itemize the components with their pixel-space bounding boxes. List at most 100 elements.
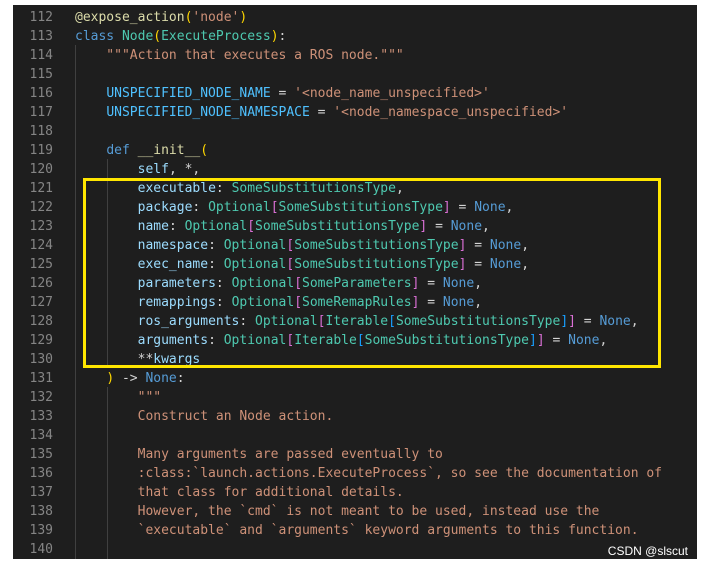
- code-token: """Action that executes a ROS node.""": [75, 48, 404, 63]
- code-line[interactable]: 138 However, the `cmd` is not meant to b…: [13, 502, 697, 521]
- code-token: UNSPECIFIED_NODE_NAME: [106, 86, 271, 101]
- code-token: self: [137, 162, 169, 177]
- code-line[interactable]: 115: [13, 65, 697, 84]
- code-token: ): [270, 29, 279, 44]
- code-token: ): [239, 10, 248, 25]
- code-token: :class:`launch.actions.ExecuteProcess`, …: [75, 466, 662, 481]
- code-text: UNSPECIFIED_NODE_NAME = '<node_name_unsp…: [75, 84, 490, 103]
- code-text: UNSPECIFIED_NODE_NAMESPACE = '<node_name…: [75, 103, 568, 122]
- line-number: 134: [29, 428, 53, 443]
- code-token: However, the `cmd` is not meant to be us…: [75, 504, 600, 519]
- code-text: Many arguments are passed eventually to: [75, 445, 443, 464]
- line-number: 124: [29, 238, 53, 253]
- line-number: 136: [29, 466, 53, 481]
- code-token: '<node_namespace_unspecified>': [333, 105, 569, 120]
- line-number: 132: [29, 390, 53, 405]
- code-text: :class:`launch.actions.ExecuteProcess`, …: [75, 464, 662, 483]
- line-number: 115: [29, 67, 53, 82]
- code-text: class Node(ExecuteProcess):: [75, 27, 286, 46]
- code-text: def __init__(: [75, 141, 208, 160]
- code-line[interactable]: 137 that class for additional details.: [13, 483, 697, 502]
- indent-guide: [107, 387, 108, 559]
- line-number: 116: [29, 86, 53, 101]
- line-number: 112: [29, 10, 53, 25]
- code-text: Construct an Node action.: [75, 407, 334, 426]
- line-number: 126: [29, 276, 53, 291]
- code-token: (: [153, 29, 162, 44]
- code-text: that class for additional details.: [75, 483, 404, 502]
- code-line[interactable]: 133 Construct an Node action.: [13, 407, 697, 426]
- line-number: 140: [29, 542, 53, 557]
- code-token: (: [200, 143, 209, 158]
- line-number: 120: [29, 162, 53, 177]
- code-token: :: [176, 371, 185, 386]
- code-token: Construct an Node action.: [75, 409, 334, 424]
- highlight-box: [83, 178, 661, 368]
- line-number: 119: [29, 143, 53, 158]
- line-number: 131: [29, 371, 53, 386]
- code-token: that class for additional details.: [75, 485, 404, 500]
- code-editor[interactable]: 112 @expose_action('node') 113 class Node(E…: [13, 5, 697, 559]
- code-line[interactable]: 118: [13, 122, 697, 141]
- code-text: self, *,: [75, 160, 201, 179]
- code-line[interactable]: 140: [13, 540, 697, 559]
- line-number: 128: [29, 314, 53, 329]
- line-number: 118: [29, 124, 53, 139]
- code-line[interactable]: 131 ) -> None:: [13, 369, 697, 388]
- code-line[interactable]: 113 class Node(ExecuteProcess):: [13, 27, 697, 46]
- code-token: `executable` and `arguments` keyword arg…: [75, 523, 639, 538]
- line-number: 129: [29, 333, 53, 348]
- line-number: 135: [29, 447, 53, 462]
- code-token: class: [75, 29, 122, 44]
- code-text: ) -> None:: [75, 369, 185, 388]
- code-token: def: [106, 143, 138, 158]
- code-line[interactable]: 135 Many arguments are passed eventually…: [13, 445, 697, 464]
- code-text: """Action that executes a ROS node.""": [75, 46, 404, 65]
- code-text: @expose_action('node'): [75, 8, 247, 27]
- line-number: 137: [29, 485, 53, 500]
- code-token: ): [106, 371, 115, 386]
- line-number: 122: [29, 200, 53, 215]
- line-number: 117: [29, 105, 53, 120]
- code-text: `executable` and `arguments` keyword arg…: [75, 521, 639, 540]
- code-line[interactable]: 112 @expose_action('node'): [13, 8, 697, 27]
- code-token: =: [309, 105, 334, 120]
- line-number: 114: [29, 48, 53, 63]
- code-line[interactable]: 132 """: [13, 388, 697, 407]
- code-text: """: [75, 388, 161, 407]
- code-token: @expose_action: [75, 10, 185, 25]
- code-line[interactable]: 119 def __init__(: [13, 141, 697, 160]
- code-token: ->: [114, 371, 146, 386]
- code-token: """: [75, 390, 162, 405]
- code-line[interactable]: 114 """Action that executes a ROS node."…: [13, 46, 697, 65]
- line-number: 121: [29, 181, 53, 196]
- code-line[interactable]: 136 :class:`launch.actions.ExecuteProces…: [13, 464, 697, 483]
- code-text: However, the `cmd` is not meant to be us…: [75, 502, 600, 521]
- indent-guide: [75, 45, 76, 559]
- line-number: 123: [29, 219, 53, 234]
- line-number: 139: [29, 523, 53, 538]
- code-token: :: [278, 29, 287, 44]
- code-line[interactable]: 120 self, *,: [13, 160, 697, 179]
- line-number: 133: [29, 409, 53, 424]
- code-line[interactable]: 134: [13, 426, 697, 445]
- code-line[interactable]: 139 `executable` and `arguments` keyword…: [13, 521, 697, 540]
- code-token: , *,: [168, 162, 201, 177]
- code-token: Node: [121, 29, 154, 44]
- code-line[interactable]: 116 UNSPECIFIED_NODE_NAME = '<node_name_…: [13, 84, 697, 103]
- line-number: 130: [29, 352, 53, 367]
- code-token: __init__: [137, 143, 201, 158]
- code-token: Many arguments are passed eventually to: [75, 447, 443, 462]
- code-token: =: [270, 86, 295, 101]
- line-number: 127: [29, 295, 53, 310]
- code-token: UNSPECIFIED_NODE_NAMESPACE: [106, 105, 310, 120]
- watermark: CSDN @slscut: [607, 544, 688, 558]
- code-line[interactable]: 117 UNSPECIFIED_NODE_NAMESPACE = '<node_…: [13, 103, 697, 122]
- line-number: 138: [29, 504, 53, 519]
- code-token: '<node_name_unspecified>': [294, 86, 490, 101]
- code-token: None: [145, 371, 177, 386]
